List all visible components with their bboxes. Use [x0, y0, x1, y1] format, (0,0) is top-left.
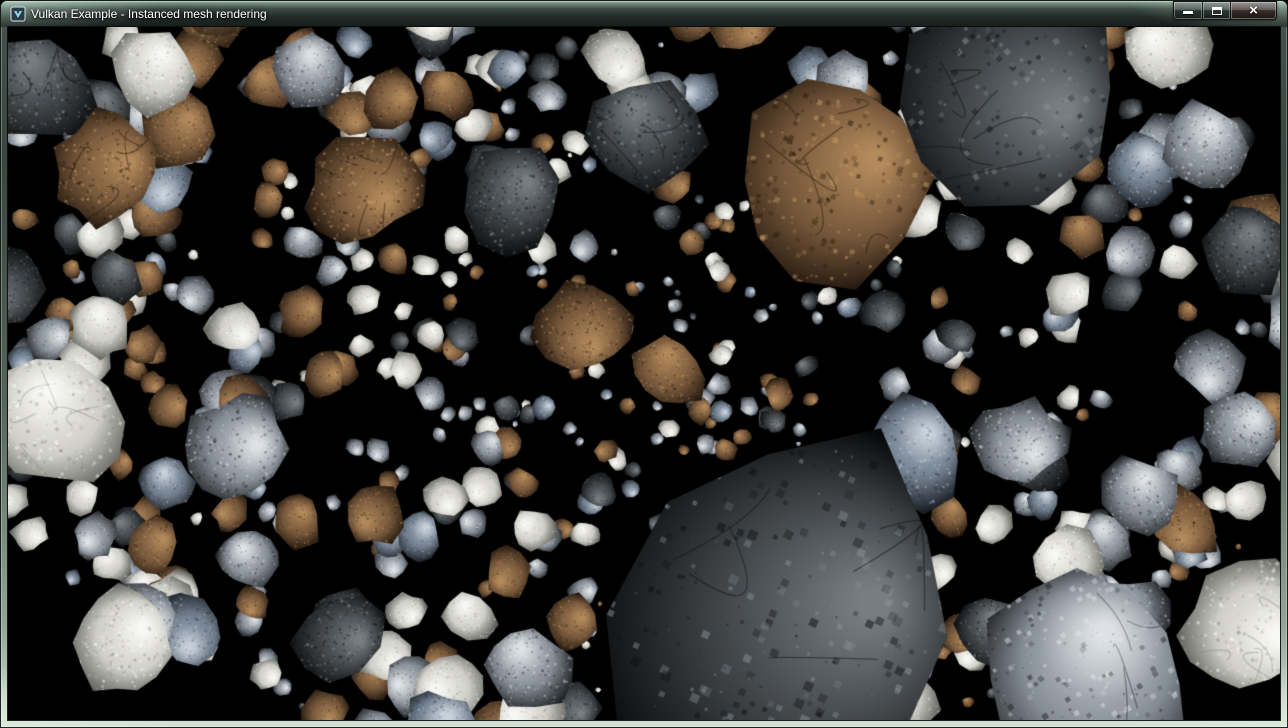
caption-buttons: ×	[1173, 1, 1277, 20]
viewport[interactable]	[8, 27, 1280, 720]
app-window: Vulkan Example - Instanced mesh renderin…	[0, 0, 1288, 728]
maximize-button[interactable]	[1203, 1, 1231, 20]
titlebar[interactable]: Vulkan Example - Instanced mesh renderin…	[1, 1, 1287, 27]
vulkan-app-icon	[10, 6, 26, 22]
minimize-button[interactable]	[1173, 1, 1203, 20]
scene-canvas[interactable]	[8, 27, 1280, 720]
app-icon[interactable]	[10, 6, 26, 22]
minimize-icon	[1183, 11, 1193, 14]
maximize-icon	[1212, 7, 1222, 15]
close-icon: ×	[1249, 3, 1258, 18]
window-title: Vulkan Example - Instanced mesh renderin…	[31, 1, 267, 27]
close-button[interactable]: ×	[1231, 1, 1277, 20]
